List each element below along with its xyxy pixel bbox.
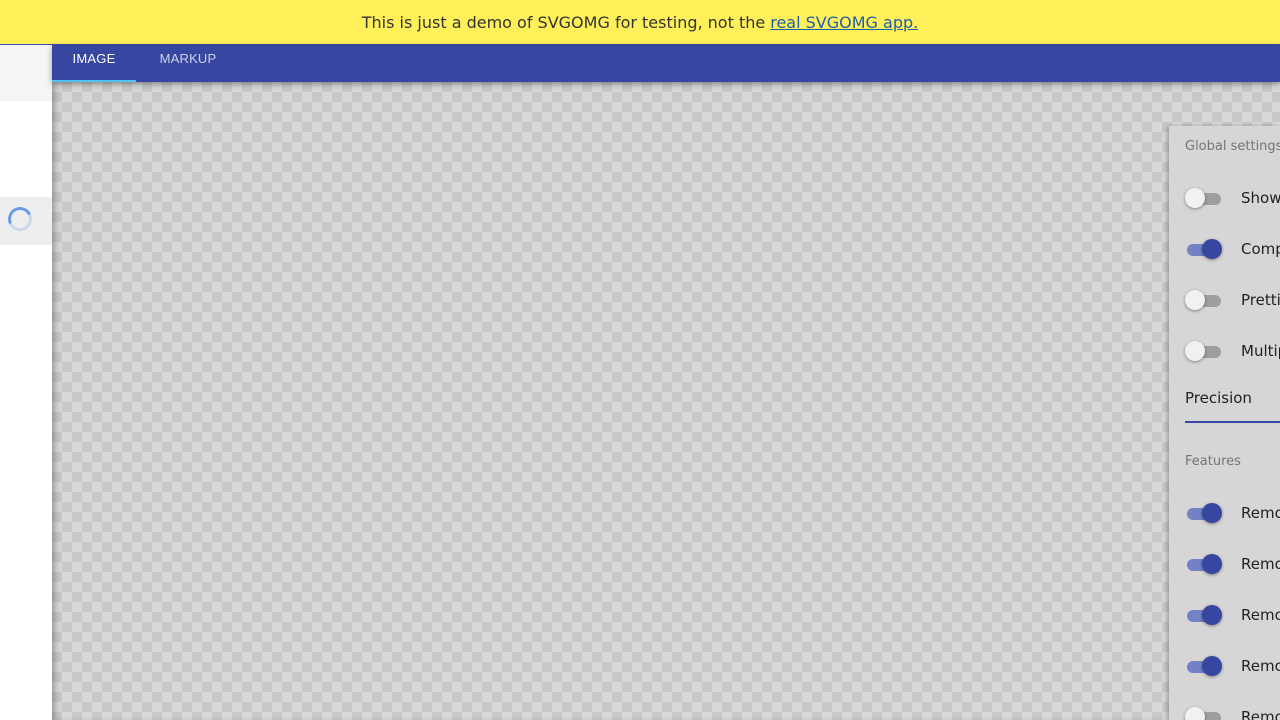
toggle-switch[interactable] xyxy=(1185,341,1223,361)
feature-label: Remo xyxy=(1241,708,1280,720)
setting-label: Multip xyxy=(1241,342,1280,360)
toggle-switch[interactable] xyxy=(1185,707,1223,720)
features-title: Features xyxy=(1185,454,1241,469)
feature-label: Remo xyxy=(1241,606,1280,624)
feature-item[interactable]: Remo xyxy=(1185,600,1280,630)
setting-prettify[interactable]: Prettif xyxy=(1185,285,1280,315)
toggle-switch[interactable] xyxy=(1185,503,1223,523)
feature-label: Remo xyxy=(1241,555,1280,573)
toggle-switch[interactable] xyxy=(1185,554,1223,574)
toggle-switch[interactable] xyxy=(1185,290,1223,310)
demo-banner: This is just a demo of SVGOMG for testin… xyxy=(0,0,1280,45)
settings-panel: Global settings Show Comp Prettif Multip… xyxy=(1169,126,1280,720)
feature-label: Remo xyxy=(1241,657,1280,675)
toggle-switch[interactable] xyxy=(1185,656,1223,676)
feature-item[interactable]: Remo xyxy=(1185,702,1280,720)
loading-indicator xyxy=(0,197,52,245)
toggle-switch[interactable] xyxy=(1185,188,1223,208)
global-settings-title: Global settings xyxy=(1185,139,1280,154)
feature-item[interactable]: Remo xyxy=(1185,549,1280,579)
tab-image-label: IMAGE xyxy=(72,51,116,66)
setting-compare[interactable]: Comp xyxy=(1185,234,1280,264)
left-sidebar xyxy=(0,45,52,720)
toggle-switch[interactable] xyxy=(1185,605,1223,625)
precision-label: Precision xyxy=(1185,389,1252,407)
tab-image[interactable]: IMAGE xyxy=(52,45,136,82)
feature-item[interactable]: Remo xyxy=(1185,651,1280,681)
precision-slider[interactable]: Precision xyxy=(1185,389,1280,423)
toggle-switch[interactable] xyxy=(1185,239,1223,259)
real-app-link[interactable]: real SVGOMG app. xyxy=(770,13,918,32)
active-tab-indicator xyxy=(52,80,136,82)
sidebar-header-area xyxy=(0,45,52,101)
feature-label: Remo xyxy=(1241,504,1280,522)
setting-label: Show xyxy=(1241,189,1280,207)
setting-label: Comp xyxy=(1241,240,1280,258)
feature-item[interactable]: Remo xyxy=(1185,498,1280,528)
setting-label: Prettif xyxy=(1241,291,1280,309)
tab-markup[interactable]: MARKUP xyxy=(148,45,228,82)
image-preview-canvas[interactable] xyxy=(52,82,1280,720)
banner-text: This is just a demo of SVGOMG for testin… xyxy=(361,12,766,32)
tab-markup-label: MARKUP xyxy=(159,51,217,66)
top-toolbar: IMAGE MARKUP xyxy=(52,45,1280,82)
loading-spinner-icon xyxy=(4,203,36,235)
setting-show-original[interactable]: Show xyxy=(1185,183,1280,213)
setting-multipass[interactable]: Multip xyxy=(1185,336,1280,366)
